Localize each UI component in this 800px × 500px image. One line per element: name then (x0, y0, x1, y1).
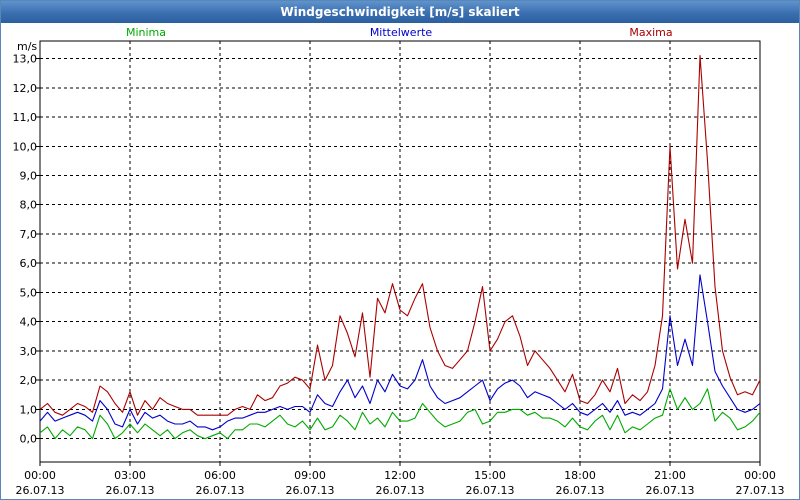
x-tick-date: 26.07.13 (466, 484, 515, 497)
y-tick-label: 13,0 (13, 53, 38, 66)
x-tick-time: 18:00 (564, 469, 596, 482)
x-tick-time: 21:00 (654, 469, 686, 482)
legend-mittel: Mittelwerte (370, 26, 433, 39)
y-tick-label: 12,0 (13, 82, 38, 95)
x-tick-date: 26.07.13 (106, 484, 155, 497)
legend-minima: Minima (126, 26, 166, 39)
y-tick-label: 11,0 (13, 111, 38, 124)
x-tick-time: 12:00 (384, 469, 416, 482)
series-line-mittelwerte (39, 274, 761, 431)
x-tick-date: 26.07.13 (556, 484, 605, 497)
legend-maxima: Maxima (629, 26, 672, 39)
y-tick-label: 10,0 (13, 140, 38, 153)
y-tick-label: 3,0 (20, 345, 38, 358)
x-tick-time: 00:00 (24, 469, 56, 482)
y-tick-label: 8,0 (20, 199, 38, 212)
chart-grid (40, 41, 760, 462)
y-axis-label: m/s (17, 40, 37, 53)
x-tick-date: 26.07.13 (286, 484, 335, 497)
y-tick-label: 5,0 (20, 286, 38, 299)
y-tick-label: 0,0 (20, 433, 38, 446)
x-tick-time: 06:00 (204, 469, 236, 482)
x-tick-date: 26.07.13 (16, 484, 65, 497)
x-tick-time: 03:00 (114, 469, 146, 482)
chart-canvas: 0,0 1,0 2,0 3,0 4,0 5,0 6,0 7,0 8,0 9,0 10,0 11,0 12… (13, 26, 785, 497)
y-tick-label: 2,0 (20, 374, 38, 387)
y-tick-label: 7,0 (20, 228, 38, 241)
y-tick-label: 9,0 (20, 169, 38, 182)
x-tick-time: 09:00 (294, 469, 326, 482)
x-tick-date: 26.07.13 (646, 484, 695, 497)
x-tick-date: 26.07.13 (196, 484, 245, 497)
x-tick-time: 15:00 (474, 469, 506, 482)
x-tick-date: 26.07.13 (376, 484, 425, 497)
y-tick-label: 4,0 (20, 316, 38, 329)
x-tick-time: 00:00 (744, 469, 776, 482)
y-tick-label: 1,0 (20, 403, 38, 416)
y-tick-label: 6,0 (20, 257, 38, 270)
x-tick-date: 27.07.13 (736, 484, 785, 497)
